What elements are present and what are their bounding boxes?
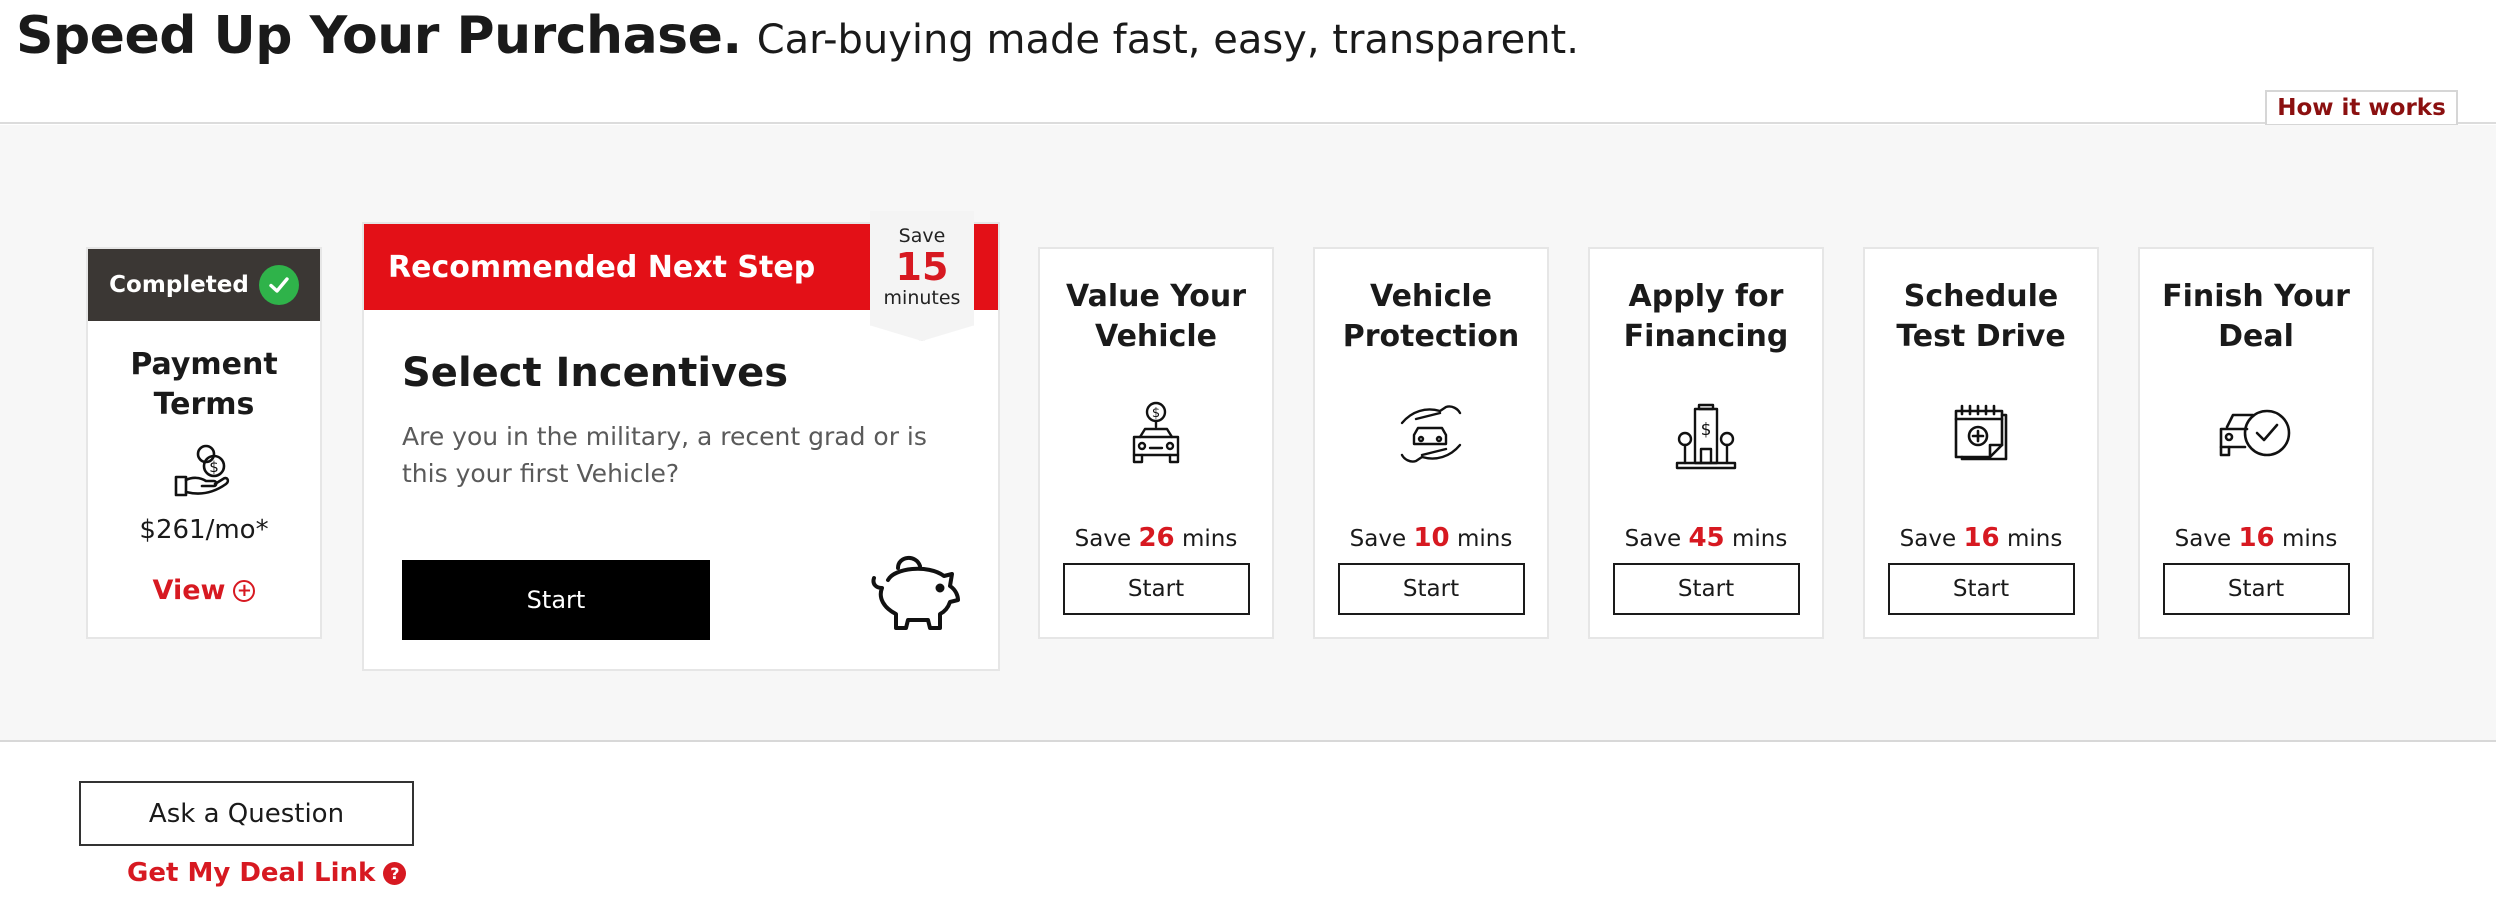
step-title: Schedule Test Drive xyxy=(1896,279,2066,354)
svg-text:$: $ xyxy=(1152,406,1160,421)
calendar-add-icon xyxy=(1950,401,2012,477)
svg-text:$: $ xyxy=(209,458,219,476)
recommended-title: Select Incentives xyxy=(402,350,789,396)
view-label: View xyxy=(152,575,226,606)
step-save-time: Save 45 mins xyxy=(1624,523,1788,553)
car-value-icon: $ xyxy=(1126,401,1186,477)
ribbon-minutes-label: minutes xyxy=(883,287,961,309)
step-title: Apply for Financing xyxy=(1623,279,1789,354)
step-save-time: Save 16 mins xyxy=(2174,523,2338,553)
step-save-time: Save 16 mins xyxy=(1899,523,2063,553)
recommended-description: Are you in the military, a recent grad o… xyxy=(402,422,927,488)
how-it-works-button[interactable]: How it works xyxy=(2265,90,2458,126)
view-link[interactable]: View + xyxy=(88,575,320,606)
piggy-bank-icon xyxy=(868,550,964,638)
page-title: Speed Up Your Purchase. xyxy=(16,6,742,66)
completed-step-title: Payment Terms xyxy=(130,347,278,422)
page-header: Speed Up Your Purchase. Car-buying made … xyxy=(0,0,2496,126)
step-title: Finish Your Deal xyxy=(2162,279,2350,354)
step-save-time: Save 26 mins xyxy=(1074,523,1238,553)
ask-question-button[interactable]: Ask a Question xyxy=(79,781,414,846)
headline: Speed Up Your Purchase. Car-buying made … xyxy=(16,6,1579,66)
hands-car-icon xyxy=(1396,401,1466,477)
step-card-value-vehicle: Value Your Vehicle $ Save 26 mins Start xyxy=(1038,247,1274,639)
plus-circle-icon: + xyxy=(233,579,256,602)
step-title: Value Your Vehicle xyxy=(1066,279,1246,354)
step-title: Vehicle Protection xyxy=(1342,279,1520,354)
page-subtitle: Car-buying made fast, easy, transparent. xyxy=(756,17,1579,63)
finish-deal-start-button[interactable]: Start xyxy=(2162,563,2350,615)
vehicle-protection-start-button[interactable]: Start xyxy=(1337,563,1525,615)
monthly-payment: $261/mo* xyxy=(139,515,269,545)
steps-band: Completed Payment Terms $ $261/mo* View … xyxy=(0,125,2496,742)
ribbon-save-label: Save xyxy=(898,225,946,247)
step-card-finish-deal: Finish Your Deal Save 16 mins Start xyxy=(2138,247,2374,639)
help-icon[interactable]: ? xyxy=(383,861,407,885)
step-card-schedule-test-drive: Schedule Test Drive Save 16 mins Start xyxy=(1863,247,2099,639)
get-deal-link[interactable]: Get My Deal Link ? xyxy=(127,858,407,888)
recommended-step-card: Recommended Next Step Save 15 minutes Se… xyxy=(362,211,1000,671)
svg-text:$: $ xyxy=(1701,420,1712,440)
deal-link-label: Get My Deal Link xyxy=(127,858,376,888)
save-time-ribbon: Save 15 minutes xyxy=(870,211,974,341)
completed-label: Completed xyxy=(109,272,249,298)
check-icon xyxy=(258,265,299,305)
completed-badge: Completed xyxy=(88,249,320,321)
step-save-time: Save 10 mins xyxy=(1349,523,1513,553)
bank-building-icon: $ xyxy=(1673,401,1739,477)
apply-financing-start-button[interactable]: Start xyxy=(1612,563,1800,615)
value-vehicle-start-button[interactable]: Start xyxy=(1062,563,1250,615)
schedule-test-drive-start-button[interactable]: Start xyxy=(1887,563,2075,615)
select-incentives-start-button[interactable]: Start xyxy=(402,560,710,640)
hand-coin-icon: $ xyxy=(172,439,236,503)
car-check-icon xyxy=(2217,401,2295,477)
completed-step-card: Completed Payment Terms $ $261/mo* View … xyxy=(86,247,322,639)
step-card-vehicle-protection: Vehicle Protection Save 10 mins Start xyxy=(1313,247,1549,639)
step-card-apply-financing: Apply for Financing $ Save 45 mins Start xyxy=(1588,247,1824,639)
ribbon-minutes-value: 15 xyxy=(895,245,949,289)
